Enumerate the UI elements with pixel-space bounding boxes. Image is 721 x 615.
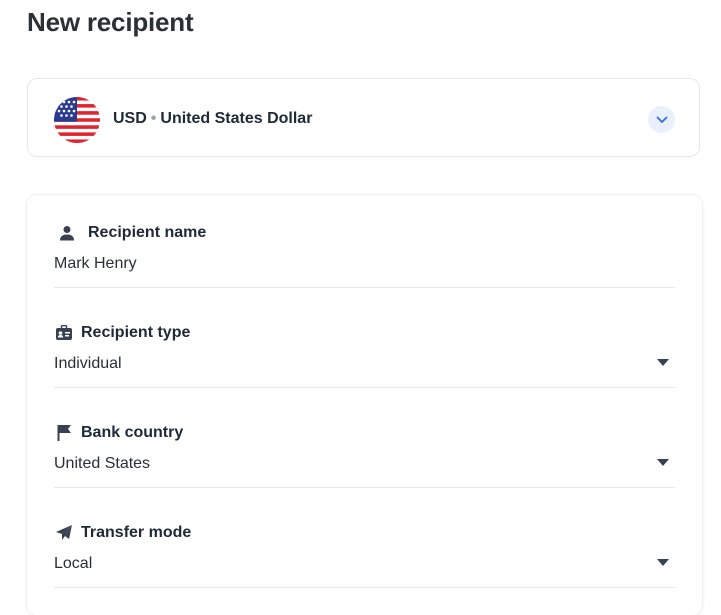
flag-icon [54, 423, 74, 443]
paper-plane-icon [54, 523, 74, 543]
recipient-type-label: Recipient type [54, 323, 190, 343]
recipient-name-input[interactable]: Mark Henry [54, 255, 137, 273]
currency-code: USD [113, 110, 147, 127]
us-flag-icon [54, 97, 100, 143]
transfer-mode-label: Transfer mode [54, 523, 191, 543]
bank-country-select[interactable]: Bank country United States [54, 423, 675, 488]
recipient-type-select[interactable]: Recipient type Individual [54, 323, 675, 388]
page-title: New recipient [27, 7, 194, 37]
bank-country-value: United States [54, 455, 151, 472]
transfer-mode-label-text: Transfer mode [81, 524, 192, 541]
currency-separator: • [150, 110, 157, 127]
recipient-name-label: Recipient name [54, 223, 206, 243]
recipient-name-field[interactable]: Recipient name Mark Henry [54, 223, 675, 288]
recipient-form: Recipient name Mark Henry Recipient type… [27, 195, 702, 615]
currency-name: United States Dollar [160, 110, 313, 127]
currency-label: USD • United States Dollar [113, 110, 312, 128]
bank-country-label: Bank country [54, 423, 183, 443]
bank-country-label-text: Bank country [81, 424, 184, 441]
recipient-name-label-text: Recipient name [88, 224, 207, 241]
recipient-type-label-text: Recipient type [81, 324, 191, 341]
dropdown-arrow-icon[interactable] [657, 359, 669, 366]
dropdown-arrow-icon[interactable] [657, 459, 669, 466]
currency-selector[interactable]: USD • United States Dollar [27, 78, 700, 157]
id-card-icon [54, 323, 74, 343]
transfer-mode-select[interactable]: Transfer mode Local [54, 523, 675, 588]
person-icon [57, 223, 77, 243]
dropdown-arrow-icon[interactable] [657, 559, 669, 566]
chevron-down-icon [656, 116, 668, 124]
transfer-mode-value: Local [54, 555, 93, 572]
recipient-type-value: Individual [54, 355, 122, 372]
currency-expand-button[interactable] [648, 106, 675, 133]
